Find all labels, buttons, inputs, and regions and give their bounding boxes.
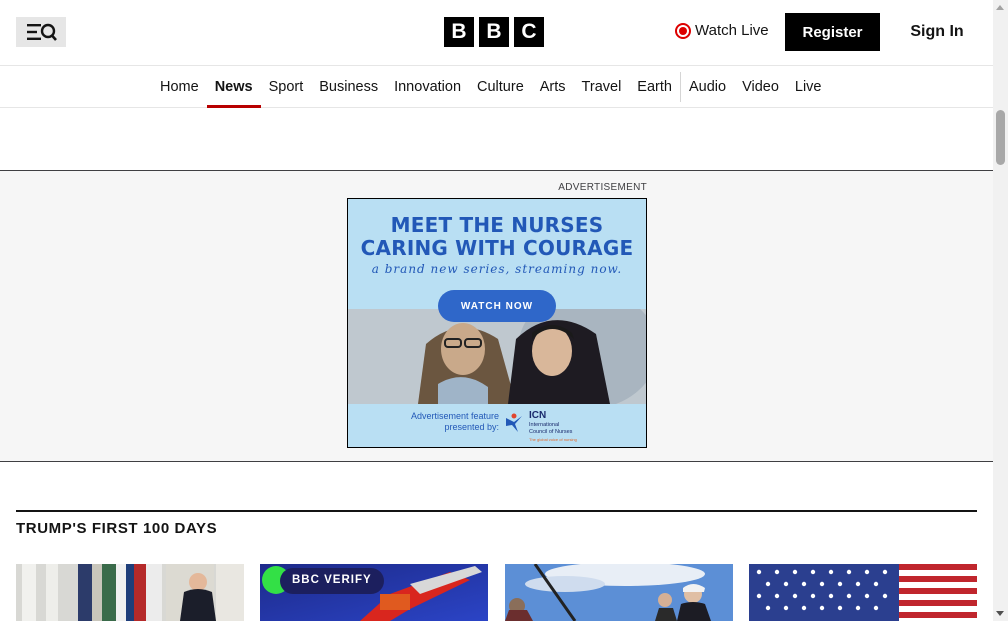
icn-full-name: International Council of Nurses — [529, 422, 573, 435]
ad-footer: Advertisement feature presented by: ICN … — [348, 404, 646, 447]
scroll-up-arrow-icon[interactable] — [996, 5, 1004, 10]
story-cards: BBC VERIFY — [16, 564, 977, 621]
ad-subline: a brand new series, streaming now. — [371, 262, 623, 276]
nav-item-business[interactable]: Business — [311, 66, 386, 108]
story-card-4-image[interactable] — [749, 564, 977, 621]
sign-in-button[interactable]: Sign In — [893, 13, 981, 51]
nav-item-earth[interactable]: Earth — [629, 66, 680, 108]
nav-item-video[interactable]: Video — [734, 66, 787, 108]
logo-block-2: B — [479, 17, 509, 47]
section-title[interactable]: TRUMP'S FIRST 100 DAYS — [16, 520, 217, 537]
bbc-verify-badge: BBC VERIFY — [292, 574, 372, 586]
watch-live-link[interactable]: Watch Live — [675, 22, 769, 39]
bbc-logo[interactable]: B B C — [444, 17, 544, 47]
watch-live-label: Watch Live — [695, 22, 769, 39]
nav-item-news[interactable]: News — [206, 66, 261, 108]
us-flag-photo — [749, 564, 977, 621]
register-button[interactable]: Register — [785, 13, 880, 51]
site-header: B B C Watch Live Register Sign In — [0, 0, 993, 66]
ad-presented-by: Advertisement feature presented by: — [410, 411, 499, 432]
story-card-1-image[interactable] — [16, 564, 244, 621]
nav-item-culture[interactable]: Culture — [469, 66, 532, 108]
rally-photo — [505, 564, 733, 621]
nav-item-sport[interactable]: Sport — [261, 66, 312, 108]
ad-headline-2: CARING WITH COURAGE — [360, 236, 634, 260]
advertisement-label: ADVERTISEMENT — [558, 182, 647, 193]
icn-abbreviation: ICN — [529, 410, 547, 421]
scrollbar-thumb[interactable] — [996, 110, 1005, 165]
advertisement-zone: ADVERTISEMENT MEET THE NURSES CARING WIT… — [0, 170, 993, 462]
ad-photo — [348, 309, 646, 404]
icn-tagline: The global voice of nursing — [529, 437, 577, 442]
logo-block-1: B — [444, 17, 474, 47]
nav-item-live[interactable]: Live — [787, 66, 830, 108]
icn-logo-icon — [506, 413, 522, 432]
main-nav: Home News Sport Business Innovation Cult… — [0, 66, 993, 108]
nurses-photo-illustration — [348, 309, 646, 404]
bbc-verify-label: BBC VERIFY — [292, 574, 372, 586]
live-indicator-icon — [675, 22, 691, 39]
logo-block-3: C — [514, 17, 544, 47]
story-card-3-image[interactable] — [505, 564, 733, 621]
scroll-down-arrow-icon[interactable] — [996, 611, 1004, 616]
menu-search-button[interactable] — [16, 17, 66, 47]
ad-watch-now-button[interactable]: WATCH NOW — [438, 290, 556, 322]
chainsaw-photo — [260, 564, 488, 621]
nav-item-audio[interactable]: Audio — [681, 66, 734, 108]
nav-item-innovation[interactable]: Innovation — [386, 66, 469, 108]
menu-search-icon — [27, 23, 57, 41]
section-divider — [16, 510, 977, 512]
nav-item-arts[interactable]: Arts — [532, 66, 574, 108]
nav-item-travel[interactable]: Travel — [574, 66, 630, 108]
ad-headline-1: MEET THE NURSES — [390, 213, 604, 237]
advertisement-banner[interactable]: MEET THE NURSES CARING WITH COURAGE a br… — [347, 198, 647, 448]
nav-item-home[interactable]: Home — [152, 66, 207, 108]
page-scrollbar[interactable] — [993, 0, 1008, 621]
white-house-photo — [16, 564, 244, 621]
story-card-2-image[interactable]: BBC VERIFY — [260, 564, 488, 621]
